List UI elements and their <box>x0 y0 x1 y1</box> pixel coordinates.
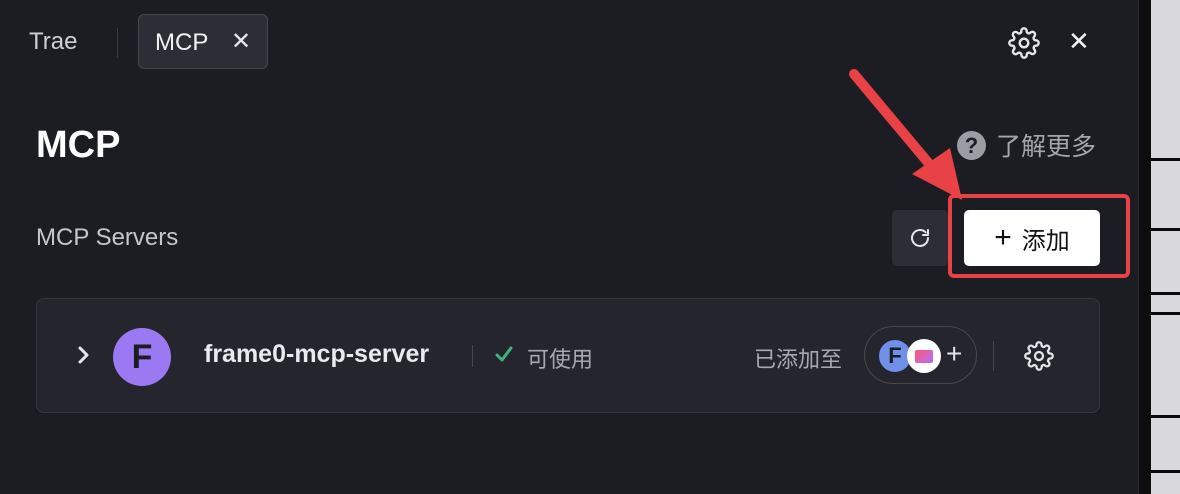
divider <box>993 341 994 371</box>
divider <box>1151 470 1180 473</box>
close-icon[interactable]: ✕ <box>1068 26 1090 57</box>
check-icon <box>495 346 513 362</box>
server-name: frame0-mcp-server <box>204 340 430 368</box>
tab-mcp[interactable]: MCP ✕ <box>138 14 268 69</box>
tab-mcp-label: MCP <box>155 29 209 56</box>
divider <box>472 345 473 367</box>
refresh-icon <box>911 229 929 247</box>
chevron-right-icon[interactable] <box>76 343 92 367</box>
mail-icon <box>907 339 941 373</box>
gear-icon[interactable] <box>1024 341 1054 371</box>
annotation-highlight-box <box>948 194 1130 278</box>
divider <box>1151 292 1180 295</box>
refresh-button[interactable] <box>892 210 948 266</box>
learn-more-label: 了解更多 <box>996 133 1097 161</box>
status-label: 可使用 <box>527 347 594 372</box>
side-window-edge <box>1138 0 1180 494</box>
gear-icon[interactable] <box>1008 27 1040 59</box>
page-title: MCP <box>36 124 121 166</box>
divider <box>1151 228 1180 231</box>
tab-divider <box>117 28 118 58</box>
server-avatar: F <box>113 328 171 386</box>
close-icon[interactable]: ✕ <box>231 27 251 56</box>
divider <box>1151 158 1180 161</box>
plus-icon[interactable]: + <box>946 340 962 368</box>
side-window-content <box>1151 0 1180 494</box>
added-to-label: 已添加至 <box>754 347 843 372</box>
tab-trae[interactable]: Trae <box>29 28 77 56</box>
learn-more-link[interactable]: ? 了解更多 <box>957 129 1096 161</box>
section-title: MCP Servers <box>36 224 179 251</box>
question-circle-icon: ? <box>957 130 986 160</box>
divider <box>1151 415 1180 418</box>
divider <box>1151 312 1180 315</box>
